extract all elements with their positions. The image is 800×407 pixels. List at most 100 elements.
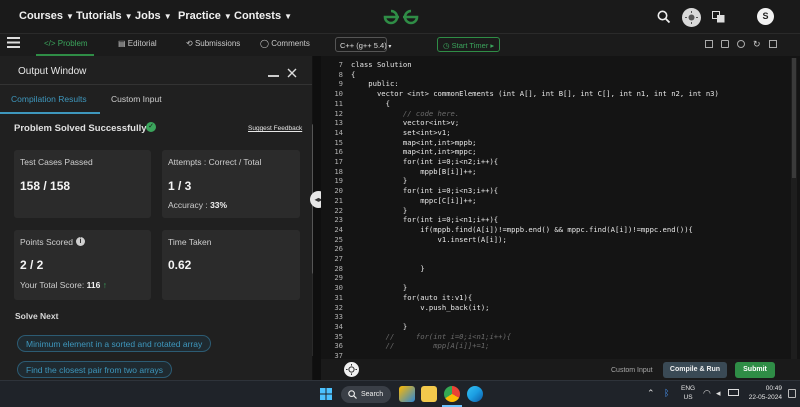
tab-editorial[interactable]: ▤ Editorial xyxy=(118,39,157,48)
theme-button[interactable] xyxy=(344,362,359,377)
code-line[interactable]: // mpp[A[i]]+=1; xyxy=(351,341,490,350)
suggest-feedback-link[interactable]: Suggest Feedback xyxy=(248,125,302,132)
notification-icon[interactable] xyxy=(788,389,796,398)
volume-icon[interactable]: ◂ xyxy=(716,388,721,399)
test-cases-card: Test Cases Passed 158 / 158 xyxy=(14,150,151,218)
tab-custom-input[interactable]: Custom Input xyxy=(111,94,162,104)
code-line[interactable]: v.push_back(it); xyxy=(351,303,489,312)
timer-icon: ◷ xyxy=(443,41,452,50)
copy-icon[interactable] xyxy=(705,40,713,48)
reset-icon[interactable]: ↻ xyxy=(753,39,761,50)
code-line[interactable]: } xyxy=(351,176,407,185)
translate-icon[interactable] xyxy=(712,11,725,23)
language-indicator[interactable]: ENG US xyxy=(681,384,695,402)
code-line[interactable]: map<int,int>mppb; xyxy=(351,138,477,147)
chrome-icon[interactable] xyxy=(444,386,460,402)
code-line[interactable]: vector <int> commonElements (int A[], in… xyxy=(351,89,719,98)
submit-button[interactable]: Submit xyxy=(735,362,775,378)
panel-splitter[interactable] xyxy=(313,56,321,380)
line-number: 22 xyxy=(334,205,343,215)
tab-submissions[interactable]: ⟲ Submissions xyxy=(186,39,240,48)
search-icon xyxy=(348,390,357,399)
start-timer-label: Start Timer xyxy=(451,41,489,50)
top-navbar: Courses ▼ Tutorials ▼ Jobs ▼ Practice ▼ Cont… xyxy=(0,0,800,34)
check-circle-icon: ✓ xyxy=(146,122,156,132)
code-line[interactable]: } xyxy=(351,206,407,215)
close-icon[interactable] xyxy=(287,68,297,78)
code-line[interactable]: } xyxy=(351,264,424,273)
attempts-label: Attempts : Correct / Total xyxy=(168,157,262,167)
tab-label: Comments xyxy=(271,39,310,48)
bluetooth-icon[interactable]: ᛒ xyxy=(664,388,669,398)
tab-comments[interactable]: ◯ Comments xyxy=(260,39,310,48)
code-line[interactable]: class Solution xyxy=(351,60,412,69)
code-line[interactable]: mppc[C[i]]++; xyxy=(351,196,476,205)
code-line[interactable]: { xyxy=(351,70,355,79)
nav-jobs[interactable]: Jobs ▼ xyxy=(135,10,172,22)
battery-icon[interactable] xyxy=(728,389,739,396)
next-problem-link[interactable]: Minimum element in a sorted and rotated … xyxy=(17,335,212,352)
code-line[interactable]: for(int i=0;i<n3;i++){ xyxy=(351,186,498,195)
compile-run-button[interactable]: Compile & Run xyxy=(663,362,727,378)
start-timer-button[interactable]: ◷ Start Timer ▸ xyxy=(437,37,500,52)
expand-icon[interactable] xyxy=(721,40,729,48)
code-line[interactable]: public: xyxy=(351,79,398,88)
line-number: 23 xyxy=(334,215,343,225)
code-line[interactable]: // code here. xyxy=(351,109,459,118)
code-line[interactable]: for(int i=0;i<n1;i++){ xyxy=(351,215,498,224)
tab-problem[interactable]: </> Problem xyxy=(44,39,88,48)
edge-icon[interactable] xyxy=(467,386,483,402)
nav-tutorials[interactable]: Tutorials ▼ xyxy=(76,10,133,22)
code-editor[interactable]: 7 class Solution 8 {9 public: 10 vector <int… xyxy=(321,56,800,360)
code-line[interactable]: set<int>v1; xyxy=(351,128,451,137)
theme-toggle-button[interactable] xyxy=(682,8,701,27)
code-line[interactable]: if(mppb.find(A[i])!=mppb.end() && mppc.f… xyxy=(351,225,693,234)
total-score-row: Your Total Score: 116 ↑ xyxy=(20,280,107,290)
wifi-icon[interactable]: ◠ xyxy=(703,388,711,399)
nav-practice[interactable]: Practice ▼ xyxy=(178,10,232,22)
chevron-up-icon[interactable]: ⌃ xyxy=(647,388,655,399)
minimize-icon[interactable] xyxy=(268,75,279,77)
code-line[interactable]: mppb[B[i]]++; xyxy=(351,167,476,176)
code-line[interactable]: { xyxy=(351,99,390,108)
settings-icon[interactable] xyxy=(737,40,745,48)
line-number: 27 xyxy=(334,254,343,263)
line-number: 16 xyxy=(334,147,343,157)
fullscreen-icon[interactable] xyxy=(769,40,777,48)
gfg-logo[interactable] xyxy=(381,8,421,26)
info-icon[interactable]: i xyxy=(76,237,85,246)
windows-start-icon[interactable] xyxy=(320,388,332,400)
language-select[interactable]: C++ (g++ 5.4) ▾ xyxy=(335,37,391,52)
custom-input-button[interactable]: Custom Input xyxy=(611,367,653,374)
clock[interactable]: 00:49 22-05-2024 xyxy=(746,384,782,402)
comment-icon: ◯ xyxy=(260,39,272,48)
nav-courses[interactable]: Courses ▼ xyxy=(19,10,74,22)
time-taken-label: Time Taken xyxy=(168,237,212,247)
code-line[interactable]: } xyxy=(351,322,407,331)
points-card: Points Scored i 2 / 2 Your Total Score: … xyxy=(14,230,151,300)
status-text: Problem Solved Successfully xyxy=(14,123,147,134)
editor-scrollbar-thumb[interactable] xyxy=(792,58,796,178)
nav-label: Courses xyxy=(19,10,64,22)
attempts-card: Attempts : Correct / Total 1 / 3 Accurac… xyxy=(162,150,300,218)
hamburger-menu-icon[interactable] xyxy=(7,37,20,48)
next-problem-link[interactable]: Find the closest pair from two arrays xyxy=(17,361,172,378)
code-line[interactable]: } xyxy=(351,283,407,292)
tab-compilation-results[interactable]: Compilation Results xyxy=(11,94,87,104)
code-line[interactable]: for(auto it:v1){ xyxy=(351,293,472,302)
avatar[interactable]: S xyxy=(757,8,774,25)
widgets-icon[interactable] xyxy=(399,386,415,402)
test-cases-value: 158 / 158 xyxy=(20,179,71,193)
nav-contests[interactable]: Contests ▼ xyxy=(234,10,292,22)
code-line[interactable]: for(int i=0;i<n2;i++){ xyxy=(351,157,498,166)
code-line[interactable]: v1.insert(A[i]); xyxy=(351,235,507,244)
code-line[interactable]: map<int,int>mppc; xyxy=(351,147,477,156)
line-number: 35 xyxy=(334,331,343,341)
file-explorer-icon[interactable] xyxy=(421,386,437,402)
total-score-value: 116 xyxy=(86,280,101,290)
language-code: ENG xyxy=(681,385,696,392)
code-line[interactable]: vector<int>v; xyxy=(351,118,459,127)
search-icon[interactable] xyxy=(657,10,671,24)
code-line[interactable]: // for(int i=0;i<n1;i++){ xyxy=(351,332,512,341)
line-number: 28 xyxy=(334,263,343,273)
